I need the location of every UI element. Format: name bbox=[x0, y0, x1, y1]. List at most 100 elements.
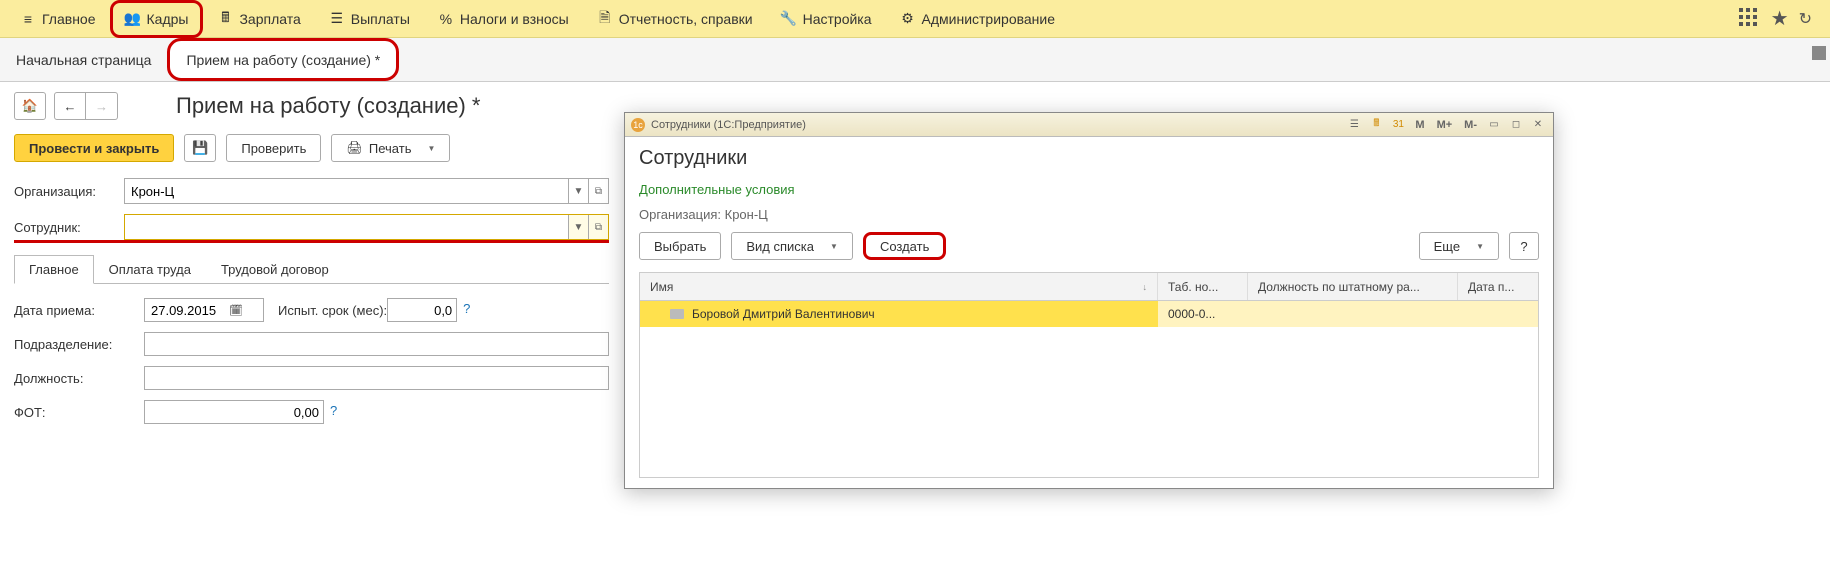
dialog-title: Сотрудники bbox=[639, 147, 1539, 170]
table-header: Имя ↓ Таб. но... Должность по штатному р… bbox=[640, 273, 1538, 301]
crumb-current[interactable]: Прием на работу (создание) * bbox=[167, 38, 399, 81]
crumb-home[interactable]: Начальная страница bbox=[0, 38, 167, 81]
fot-input[interactable] bbox=[144, 400, 324, 424]
extra-conditions-link[interactable]: Дополнительные условия bbox=[639, 182, 1539, 197]
tab-main[interactable]: Главное bbox=[14, 255, 94, 284]
document-icon: 🗎 bbox=[597, 11, 613, 27]
check-button[interactable]: Проверить bbox=[226, 134, 321, 162]
wrench-icon: 🔧 bbox=[781, 11, 797, 27]
org-input-wrap: ▼ ⧉ bbox=[124, 178, 609, 204]
col-tab[interactable]: Таб. но... bbox=[1158, 273, 1248, 300]
back-button[interactable]: ← bbox=[54, 92, 86, 120]
dropdown-icon[interactable]: ▼ bbox=[568, 215, 588, 239]
gear-icon: ⚙ bbox=[900, 11, 916, 27]
calendar-icon[interactable]: 31 bbox=[1389, 117, 1407, 133]
menu-label: Налоги и взносы bbox=[460, 11, 569, 27]
dept-input[interactable] bbox=[144, 332, 609, 356]
save-button[interactable]: 💾 bbox=[184, 134, 216, 162]
app-icon: 1c bbox=[631, 118, 645, 132]
close-icon[interactable]: ✕ bbox=[1529, 117, 1547, 133]
position-label: Должность: bbox=[14, 371, 144, 386]
select-button[interactable]: Выбрать bbox=[639, 232, 721, 260]
maximize-icon[interactable]: ◻ bbox=[1507, 117, 1525, 133]
mplus-button[interactable]: M+ bbox=[1433, 117, 1457, 133]
menu-nalogi[interactable]: % Налоги и взносы bbox=[424, 0, 583, 38]
home-button[interactable]: 🏠 bbox=[14, 92, 46, 120]
toolbar: Провести и закрыть 💾 Проверить 🖨 Печать bbox=[14, 134, 609, 162]
m-button[interactable]: M bbox=[1411, 117, 1428, 133]
menu-otchet[interactable]: 🗎 Отчетность, справки bbox=[583, 0, 767, 38]
side-icon[interactable] bbox=[1812, 46, 1826, 60]
org-input[interactable] bbox=[125, 179, 568, 203]
topbar-right: ★ ↻ bbox=[1739, 6, 1824, 31]
table-row[interactable]: Боровой Дмитрий Валентинович 0000-0... bbox=[640, 301, 1538, 327]
person-icon bbox=[670, 309, 684, 319]
fot-label: ФОТ: bbox=[14, 405, 144, 420]
breadcrumb-bar: Начальная страница Прием на работу (созд… bbox=[0, 38, 1830, 82]
menu-label: Администрирование bbox=[922, 11, 1056, 27]
dept-row: Подразделение: bbox=[14, 332, 609, 356]
calculator-icon: 🖩 bbox=[217, 11, 233, 27]
forward-button[interactable]: → bbox=[86, 92, 118, 120]
date-label: Дата приема: bbox=[14, 303, 144, 318]
emp-row: Сотрудник: ▼ ⧉ bbox=[14, 214, 609, 243]
col-date[interactable]: Дата п... bbox=[1458, 273, 1538, 300]
right-sidebar-icons bbox=[1808, 38, 1830, 60]
dropdown-icon[interactable]: ▼ bbox=[568, 179, 588, 203]
row-name: Боровой Дмитрий Валентинович bbox=[692, 307, 875, 321]
calc-icon[interactable]: 🖩 bbox=[1367, 117, 1385, 133]
menu-zarplata[interactable]: 🖩 Зарплата bbox=[203, 0, 314, 38]
favorite-icon[interactable]: ★ bbox=[1771, 6, 1789, 31]
listview-button[interactable]: Вид списка bbox=[731, 232, 853, 260]
col-name[interactable]: Имя ↓ bbox=[640, 273, 1158, 300]
col-position[interactable]: Должность по штатному ра... bbox=[1248, 273, 1458, 300]
print-label: Печать bbox=[369, 141, 412, 156]
menu-main[interactable]: ≡ Главное bbox=[6, 0, 110, 38]
menu-vyplaty[interactable]: ☰ Выплаты bbox=[315, 0, 424, 38]
menu-nastroika[interactable]: 🔧 Настройка bbox=[767, 0, 886, 38]
help-icon[interactable]: ? bbox=[330, 403, 348, 421]
menu-label: Главное bbox=[42, 11, 96, 27]
post-and-close-button[interactable]: Провести и закрыть bbox=[14, 134, 174, 162]
apps-grid-icon[interactable] bbox=[1739, 8, 1761, 30]
menu-admin[interactable]: ⚙ Администрирование bbox=[886, 0, 1070, 38]
row-date bbox=[1458, 301, 1538, 327]
open-icon[interactable]: ⧉ bbox=[588, 215, 608, 239]
tab-content: Дата приема: 🗓 Испыт. срок (мес): ? Подр… bbox=[14, 284, 609, 448]
dept-label: Подразделение: bbox=[14, 337, 144, 352]
print-button[interactable]: 🖨 Печать bbox=[331, 134, 450, 162]
menu-label: Отчетность, справки bbox=[619, 11, 753, 27]
org-row: Организация: ▼ ⧉ bbox=[14, 178, 609, 204]
menu-label: Зарплата bbox=[239, 11, 300, 27]
probation-input[interactable] bbox=[387, 298, 457, 322]
dialog-titlebar[interactable]: 1c Сотрудники (1С:Предприятие) ☰ 🖩 31 M … bbox=[625, 113, 1553, 137]
menu-label: Настройка bbox=[803, 11, 872, 27]
position-input[interactable] bbox=[144, 366, 609, 390]
menu-label: Кадры bbox=[147, 11, 189, 27]
emp-input[interactable] bbox=[125, 215, 568, 239]
calendar-icon[interactable]: 🗓 bbox=[229, 304, 243, 317]
history-icon[interactable]: ↻ bbox=[1799, 9, 1812, 29]
page-title: Прием на работу (создание) * bbox=[176, 93, 480, 119]
row-tab: 0000-0... bbox=[1158, 301, 1248, 327]
tb-icon[interactable]: ☰ bbox=[1345, 117, 1363, 133]
percent-icon: % bbox=[438, 11, 454, 27]
help-icon[interactable]: ? bbox=[463, 301, 481, 319]
emp-label: Сотрудник: bbox=[14, 220, 124, 235]
probation-label: Испыт. срок (мес): bbox=[278, 303, 387, 318]
date-input-wrap: 🗓 bbox=[144, 298, 264, 322]
create-button[interactable]: Создать bbox=[863, 232, 946, 260]
tab-pay[interactable]: Оплата труда bbox=[94, 255, 206, 283]
fot-row: ФОТ: ? bbox=[14, 400, 609, 424]
help-button[interactable]: ? bbox=[1509, 232, 1539, 260]
mminus-button[interactable]: M- bbox=[1460, 117, 1481, 133]
tab-contract[interactable]: Трудовой договор bbox=[206, 255, 344, 283]
menu-kadry[interactable]: 👥 Кадры bbox=[110, 0, 204, 38]
list-icon: ☰ bbox=[329, 11, 345, 27]
minimize-icon[interactable]: ▭ bbox=[1485, 117, 1503, 133]
dialog-body: Сотрудники Дополнительные условия Органи… bbox=[625, 137, 1553, 488]
more-button[interactable]: Еще bbox=[1419, 232, 1499, 260]
open-icon[interactable]: ⧉ bbox=[588, 179, 608, 203]
printer-icon: 🖨 bbox=[346, 140, 363, 156]
date-input[interactable] bbox=[149, 302, 229, 319]
